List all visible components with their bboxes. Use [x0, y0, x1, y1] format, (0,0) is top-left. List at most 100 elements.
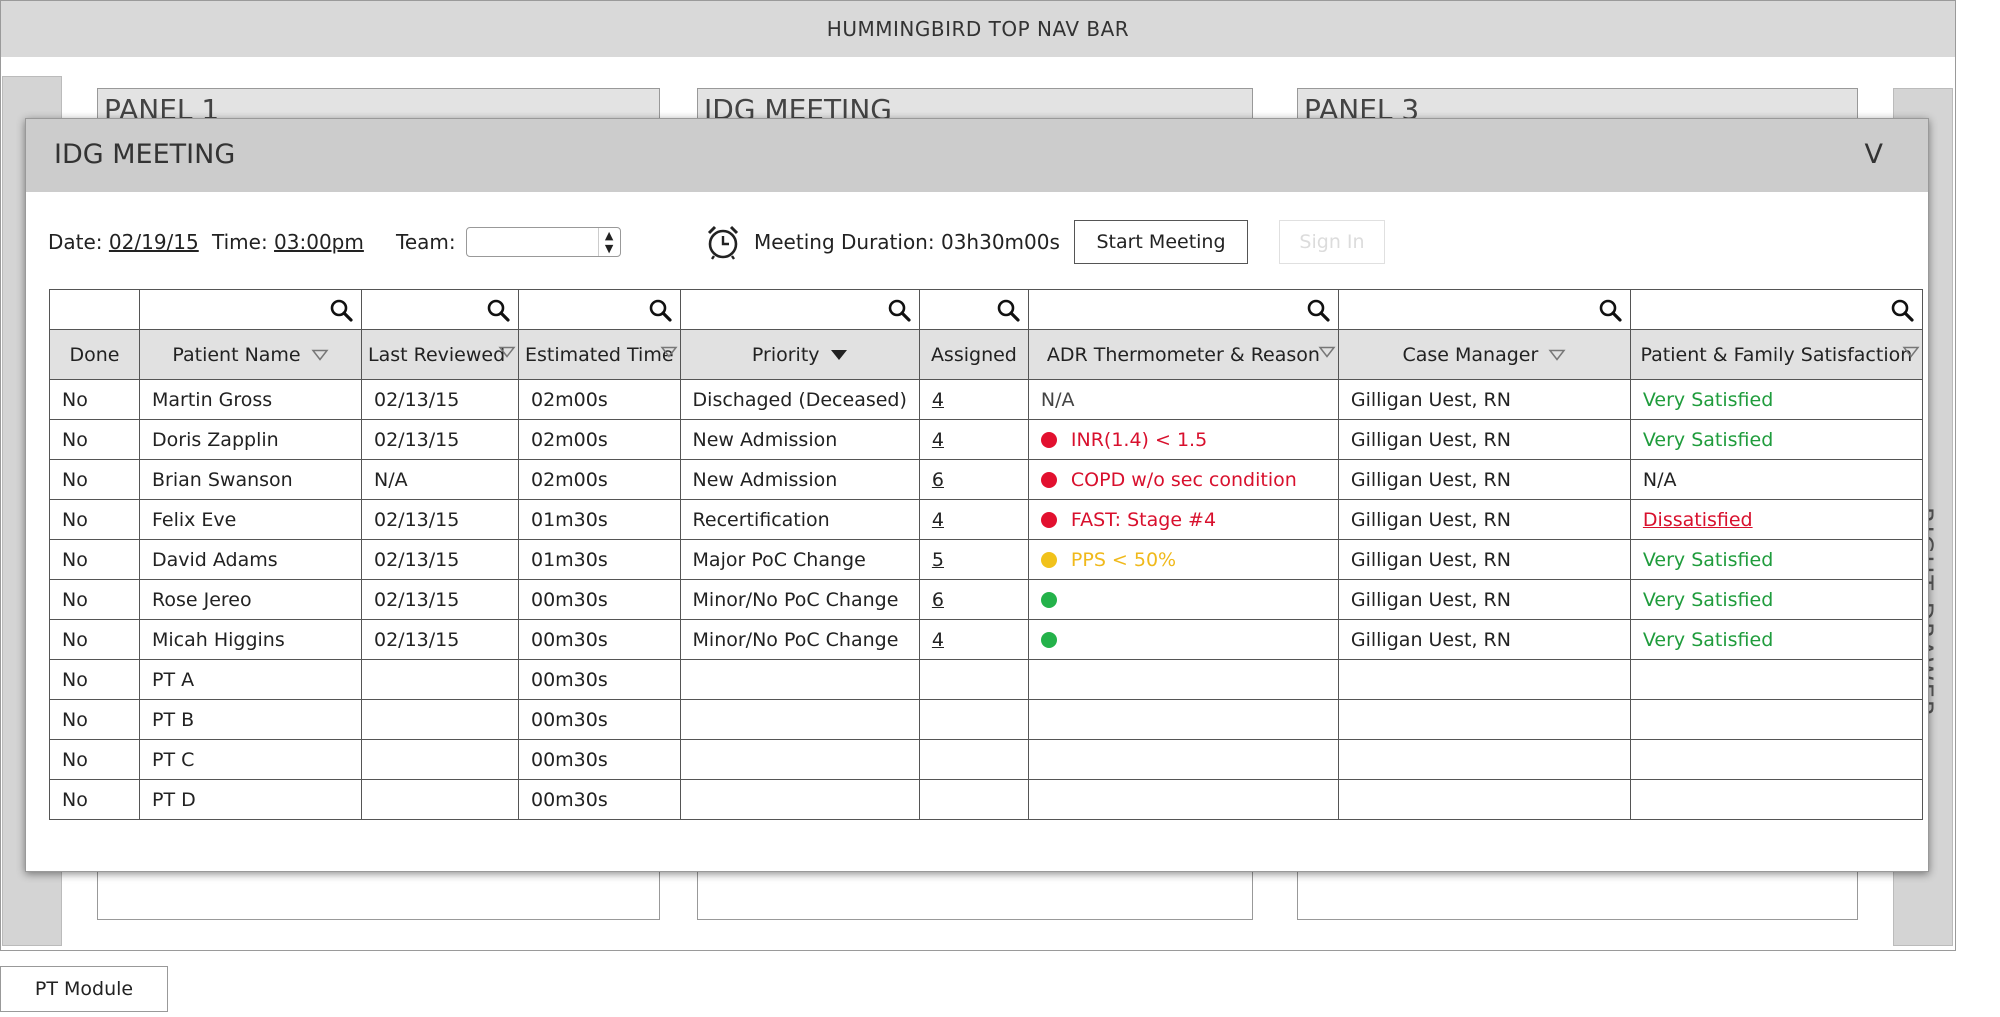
cell-patient-name[interactable]: Rose Jereo — [139, 579, 362, 620]
modal-collapse-button[interactable]: V — [1865, 139, 1883, 170]
cell-patient-name[interactable]: Felix Eve — [139, 499, 362, 540]
cell-done[interactable]: No — [49, 779, 140, 820]
table-row[interactable]: No David Adams 02/13/15 01m30s Major PoC Cha… — [49, 539, 1923, 580]
cell-assigned[interactable]: 6 — [918, 459, 1029, 500]
search-cell-patient-name[interactable] — [139, 289, 362, 330]
column-header-patient-name[interactable]: Patient Name — [139, 329, 362, 380]
cell-done-text[interactable]: No — [62, 389, 88, 411]
cell-patient-name[interactable]: Brian Swanson — [139, 459, 362, 500]
cell-assigned[interactable] — [918, 659, 1029, 700]
table-row[interactable]: No Micah Higgins 02/13/15 00m30s Minor/No Po… — [49, 619, 1923, 660]
cell-patient-name[interactable]: Martin Gross — [139, 379, 362, 420]
table-row[interactable]: No Brian Swanson N/A 02m00s New Admission 6 CO… — [49, 459, 1923, 500]
table-row[interactable]: No PT A 00m30s — [49, 659, 1923, 700]
cell-done-text[interactable]: No — [62, 709, 88, 731]
cell-done[interactable]: No — [49, 379, 140, 420]
table-row[interactable]: No Martin Gross 02/13/15 02m00s Dischaged (D… — [49, 379, 1923, 420]
search-icon[interactable] — [1306, 298, 1330, 322]
cell-done[interactable]: No — [49, 659, 140, 700]
cell-patient-name[interactable]: Micah Higgins — [139, 619, 362, 660]
sort-triangle-down-icon[interactable] — [1902, 346, 1920, 358]
cell-assigned[interactable]: 4 — [918, 419, 1029, 460]
cell-done[interactable]: No — [49, 699, 140, 740]
search-icon[interactable] — [329, 298, 353, 322]
search-cell-estimated-time[interactable] — [518, 289, 681, 330]
column-header-adr-thermometer[interactable]: ADR Thermometer & Reason — [1027, 329, 1339, 380]
cell-done-text[interactable]: No — [62, 469, 88, 491]
date-value[interactable]: 02/19/15 — [109, 230, 199, 254]
cell-assigned[interactable] — [918, 699, 1029, 740]
cell-done-text[interactable]: No — [62, 749, 88, 771]
cell-assigned-text[interactable]: 5 — [932, 549, 944, 571]
sort-triangle-down-icon[interactable] — [830, 349, 848, 361]
column-header-last-reviewed[interactable]: Last Reviewed — [361, 329, 519, 380]
cell-assigned[interactable]: 4 — [918, 379, 1029, 420]
cell-assigned[interactable]: 4 — [918, 619, 1029, 660]
cell-patient-name[interactable]: Doris Zapplin — [139, 419, 362, 460]
cell-done-text[interactable]: No — [62, 589, 88, 611]
column-header-case-manager[interactable]: Case Manager — [1337, 329, 1631, 380]
search-icon[interactable] — [996, 298, 1020, 322]
search-cell-priority[interactable] — [679, 289, 920, 330]
cell-patient-name[interactable]: PT C — [139, 739, 362, 780]
column-header-done[interactable]: Done — [49, 329, 140, 380]
search-icon[interactable] — [887, 298, 911, 322]
cell-done-text[interactable]: No — [62, 669, 88, 691]
cell-assigned-text[interactable]: 6 — [932, 589, 944, 611]
table-row[interactable]: No PT C 00m30s — [49, 739, 1923, 780]
sort-triangle-down-icon[interactable] — [1548, 349, 1566, 361]
cell-done[interactable]: No — [49, 619, 140, 660]
start-meeting-button[interactable]: Start Meeting — [1074, 220, 1248, 264]
cell-patient-name[interactable]: PT D — [139, 779, 362, 820]
search-icon[interactable] — [1890, 298, 1914, 322]
cell-satisfaction-text[interactable]: Dissatisfied — [1643, 509, 1753, 531]
cell-done-text[interactable]: No — [62, 429, 88, 451]
cell-done[interactable]: No — [49, 459, 140, 500]
sort-triangle-down-icon[interactable] — [498, 346, 516, 358]
sort-triangle-down-icon[interactable] — [311, 349, 329, 361]
cell-done[interactable]: No — [49, 419, 140, 460]
cell-patient-name-text[interactable]: PT B — [152, 709, 194, 731]
cell-assigned[interactable]: 4 — [918, 499, 1029, 540]
cell-patient-name-text[interactable]: Brian Swanson — [152, 469, 293, 491]
cell-assigned-text[interactable]: 4 — [932, 509, 944, 531]
cell-patient-name[interactable]: David Adams — [139, 539, 362, 580]
team-select[interactable]: ▲ ▼ — [465, 227, 621, 257]
search-cell-case-manager[interactable] — [1337, 289, 1631, 330]
search-icon[interactable] — [1598, 298, 1622, 322]
cell-patient-name-text[interactable]: Micah Higgins — [152, 629, 285, 651]
cell-patient-name-text[interactable]: Martin Gross — [152, 389, 272, 411]
cell-patient-name-text[interactable]: Felix Eve — [152, 509, 236, 531]
search-cell-last-reviewed[interactable] — [361, 289, 519, 330]
cell-assigned-text[interactable]: 4 — [932, 389, 944, 411]
cell-patient-name[interactable]: PT B — [139, 699, 362, 740]
sign-in-button[interactable]: Sign In — [1279, 220, 1385, 264]
cell-assigned-text[interactable]: 6 — [932, 469, 944, 491]
table-row[interactable]: No Rose Jereo 02/13/15 00m30s Minor/No PoC C… — [49, 579, 1923, 620]
cell-patient-name-text[interactable]: Rose Jereo — [152, 589, 252, 611]
cell-assigned[interactable] — [918, 779, 1029, 820]
cell-satisfaction[interactable]: Dissatisfied — [1629, 499, 1923, 540]
search-cell-satisfaction[interactable] — [1629, 289, 1923, 330]
cell-done-text[interactable]: No — [62, 549, 88, 571]
time-value[interactable]: 03:00pm — [274, 230, 364, 254]
cell-assigned-text[interactable]: 4 — [932, 429, 944, 451]
column-header-satisfaction[interactable]: Patient & Family Satisfaction — [1629, 329, 1923, 380]
cell-done[interactable]: No — [49, 499, 140, 540]
column-header-assigned[interactable]: Assigned — [918, 329, 1029, 380]
search-icon[interactable] — [486, 298, 510, 322]
cell-patient-name[interactable]: PT A — [139, 659, 362, 700]
cell-done-text[interactable]: No — [62, 629, 88, 651]
cell-done[interactable]: No — [49, 539, 140, 580]
table-row[interactable]: No PT D 00m30s — [49, 779, 1923, 820]
sort-triangle-down-icon[interactable] — [659, 346, 678, 358]
cell-done[interactable]: No — [49, 579, 140, 620]
cell-assigned[interactable] — [918, 739, 1029, 780]
table-row[interactable]: No Felix Eve 02/13/15 01m30s Recertification… — [49, 499, 1923, 540]
search-cell-adr-thermometer[interactable] — [1027, 289, 1339, 330]
cell-assigned[interactable]: 6 — [918, 579, 1029, 620]
table-row[interactable]: No Doris Zapplin 02/13/15 02m00s New Admissi… — [49, 419, 1923, 460]
cell-done-text[interactable]: No — [62, 789, 88, 811]
pt-module-button[interactable]: PT Module — [0, 966, 168, 1012]
cell-patient-name-text[interactable]: PT C — [152, 749, 194, 771]
